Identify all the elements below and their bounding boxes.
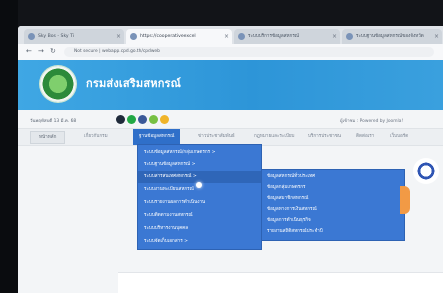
dropdown-item[interactable]: ระบบรายงานผลการดำเนินงาน [138,197,263,209]
emblem-icon [413,158,439,184]
menu-item-webboard[interactable]: เว็บบอร์ด [390,133,408,140]
database-submenu: ข้อมูลสหกรณ์ทั่วประเทศ ข้อมูลกลุ่มเกษตรก… [261,169,405,241]
monitor-bezel-top [0,0,443,26]
database-dropdown-menu: ระบบข้อมูลสหกรณ์/กลุ่มเกษตรกร > ระบบฐานข… [137,144,263,250]
tab-label: Sky Bos - Sky Ti [38,34,75,39]
menu-item-database[interactable]: ฐานข้อมูลสหกรณ์ [133,129,181,145]
tab-favicon-icon [28,33,35,40]
tab-label: https://cooperativeexcel [140,34,196,39]
promo-card[interactable] [400,186,410,214]
mouse-cursor-icon [196,182,202,188]
submenu-item[interactable]: ข้อมูลการดำเนินธุรกิจ [262,215,406,226]
dropdown-item[interactable]: ระบบฐานข้อมูลสหกรณ์ > [138,159,263,171]
back-icon[interactable]: ← [26,47,32,55]
site-title: กรมส่งเสริมสหกรณ์ [86,77,182,90]
department-logo [40,66,76,102]
close-icon[interactable]: × [224,29,229,44]
submenu-item[interactable]: ข้อมูลทางการเงินสหกรณ์ [262,204,406,215]
site-banner: กรมส่งเสริมสหกรณ์ [18,60,443,110]
dropdown-item-hovered[interactable]: ระบบสารสนเทศสหกรณ์ > [138,171,263,183]
url-input[interactable]: Not secure | webapp.cpd.go.th/cpdweb [64,47,434,57]
submenu-item[interactable]: ข้อมูลกลุ่มเกษตรกร [262,182,406,193]
browser-window: Sky Bos - Sky Ti × https://cooperativeex… [18,26,443,293]
share-icon[interactable] [149,115,158,124]
browser-tab-4[interactable]: ระบบฐานข้อมูลสหกรณ์ของจังหวัด × [342,29,442,44]
address-bar: ← → ↻ Not secure | webapp.cpd.go.th/cpdw… [18,44,443,61]
tab-strip: Sky Bos - Sky Ti × https://cooperativeex… [18,26,443,44]
chat-icon[interactable] [127,115,136,124]
submenu-item[interactable]: รายงานสถิติสหกรณ์ประจำปี [262,226,406,237]
facebook-icon[interactable] [138,115,147,124]
tab-favicon-icon [238,33,245,40]
tab-favicon-icon [130,33,137,40]
menu-item-news[interactable]: ข่าวประชาสัมพันธ์ [198,133,235,140]
dropdown-item[interactable]: ระบบจัดเก็บเอกสาร > [138,236,263,248]
browser-tab-3[interactable]: ระบบบริการข้อมูลสหกรณ์ × [234,29,340,44]
tab-label: ระบบฐานข้อมูลสหกรณ์ของจังหวัด [356,34,424,39]
visitor-counter: ผู้เข้าชม : Powered by Joomla! [340,119,404,124]
dropdown-item[interactable]: ระบบติดตามงานสหกรณ์ [138,210,263,222]
user-icon[interactable] [160,115,169,124]
reload-icon[interactable]: ↻ [50,47,56,55]
close-icon[interactable]: × [332,29,337,44]
content-panel [118,272,443,293]
forward-icon[interactable]: → [38,47,44,55]
dropdown-item[interactable]: ระบบบริหารงานบุคคล [138,223,263,235]
menu-item-services[interactable]: บริการประชาชน [308,133,341,140]
menu-item-home[interactable]: หน้าหลัก [30,131,66,144]
browser-tab-1[interactable]: Sky Bos - Sky Ti × [24,29,124,44]
close-icon[interactable]: × [116,29,121,44]
menu-item-contact[interactable]: ติดต่อเรา [356,133,374,140]
tab-favicon-icon [346,33,353,40]
submenu-item[interactable]: ข้อมูลสหกรณ์ทั่วประเทศ [262,171,406,182]
close-icon[interactable]: × [434,29,439,44]
tab-label: ระบบบริการข้อมูลสหกรณ์ [248,34,300,39]
dropdown-item[interactable]: ระบบข้อมูลสหกรณ์/กลุ่มเกษตรกร > [138,147,263,159]
menu-item-law[interactable]: กฎหมายและระเบียบ [254,133,294,140]
info-row: วันพฤหัสบดี 13 มี.ค. 68 ผู้เข้าชม : Powe… [18,112,443,126]
browser-tab-2[interactable]: https://cooperativeexcel × [126,29,232,44]
monitor-bezel-left [0,0,18,293]
submenu-item[interactable]: ข้อมูลสมาชิกสหกรณ์ [262,193,406,204]
current-date: วันพฤหัสบดี 13 มี.ค. 68 [30,119,77,124]
menu-item-about[interactable]: เกี่ยวกับกรม [84,133,108,140]
line-icon[interactable] [116,115,125,124]
